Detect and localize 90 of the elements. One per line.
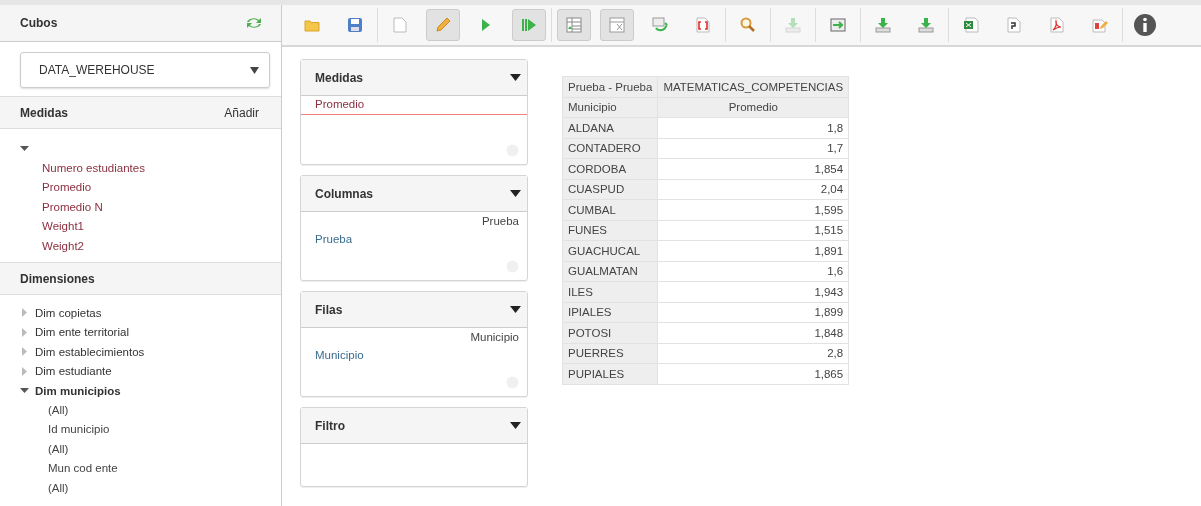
- level-item[interactable]: Mun cod ente: [20, 459, 261, 479]
- dimension-item[interactable]: Dim copietas: [35, 306, 102, 319]
- table-cell: 1,595: [657, 199, 849, 220]
- row-header-cell: GUACHUCAL: [562, 240, 658, 261]
- table-cell: 2,04: [657, 179, 849, 200]
- panel-title: Cubos: [20, 16, 58, 31]
- folder-icon: [304, 18, 320, 32]
- measure-item[interactable]: Promedio: [20, 178, 261, 198]
- download-icon: [875, 17, 891, 33]
- add-link[interactable]: Añadir: [224, 105, 259, 120]
- search-icon: [740, 17, 756, 33]
- row-header-cell: ALDANA: [562, 117, 658, 138]
- swap-icon: [652, 17, 668, 33]
- row-header-cell: PUERRES: [562, 343, 658, 364]
- dimension-item[interactable]: Dim establecimientos: [35, 345, 145, 358]
- table-icon: [566, 17, 582, 33]
- header-cell: Prueba - Prueba: [562, 76, 658, 97]
- row-header-cell: CONTADERO: [562, 138, 658, 159]
- dimension-item[interactable]: Dim ente territorial: [35, 326, 129, 339]
- download-icon: [918, 17, 934, 33]
- spreadsheet-icon: [963, 17, 979, 33]
- row-header-cell: IPIALES: [562, 302, 658, 323]
- dropdown-caret-icon[interactable]: [510, 74, 521, 81]
- hierarchy-label: Municipio: [469, 330, 520, 343]
- table-x-icon: [609, 17, 625, 33]
- measure-item[interactable]: Weight1: [20, 217, 261, 237]
- dropdown-caret-icon[interactable]: [510, 422, 521, 429]
- table-cell: 1,848: [657, 322, 849, 343]
- level-chip[interactable]: Prueba: [301, 227, 527, 245]
- expanded-arrow-icon[interactable]: [20, 144, 29, 154]
- row-header-cell: CORDOBA: [562, 158, 658, 179]
- table-cell: 1,7: [657, 138, 849, 159]
- collapsed-arrow-icon[interactable]: [20, 327, 29, 337]
- floppy-icon: [347, 17, 363, 33]
- row-header-cell: FUNES: [562, 220, 658, 241]
- table-cell: 1,899: [657, 302, 849, 323]
- zone-title: Medidas: [315, 70, 363, 85]
- table-cell: 1,865: [657, 363, 849, 384]
- header-cell: MATEMATICAS_COMPETENCIAS: [657, 76, 849, 97]
- table-cell: 1,6: [657, 261, 849, 282]
- hierarchy-label: Prueba: [480, 214, 520, 227]
- collapsed-arrow-icon[interactable]: [20, 308, 29, 318]
- dropdown-caret-icon[interactable]: [510, 306, 521, 313]
- row-header-cell: PUPIALES: [562, 363, 658, 384]
- measure-item[interactable]: Numero estudiantes: [20, 158, 261, 179]
- level-item[interactable]: (All): [20, 439, 261, 459]
- document-icon: [393, 17, 407, 33]
- collapsed-arrow-icon[interactable]: [20, 366, 29, 376]
- measure-item[interactable]: Promedio N: [20, 197, 261, 218]
- table-cell: 1,515: [657, 220, 849, 241]
- dimension-item[interactable]: Dim estudiante: [35, 365, 112, 378]
- collapsed-arrow-icon[interactable]: [20, 347, 29, 357]
- zone-title: Columnas: [315, 186, 373, 201]
- cube-select[interactable]: DATA_WEREHOUSE: [20, 52, 270, 89]
- download-icon: [785, 17, 801, 33]
- refresh-icon[interactable]: [245, 16, 263, 31]
- header-cell: Municipio: [562, 97, 658, 118]
- table-cell: 1,854: [657, 158, 849, 179]
- dropdown-caret-icon: [250, 66, 259, 74]
- row-header-cell: ILES: [562, 281, 658, 302]
- play-icon: [481, 18, 491, 32]
- table-cell: 1,943: [657, 281, 849, 302]
- table-cell: 1,8: [657, 117, 849, 138]
- expanded-arrow-icon[interactable]: [20, 386, 29, 396]
- section-title: Dimensiones: [20, 271, 95, 286]
- row-header-cell: POTOSI: [562, 322, 658, 343]
- info-icon: [1133, 13, 1157, 37]
- fast-forward-icon: [521, 18, 537, 32]
- brackets-icon: [696, 17, 710, 33]
- measure-item[interactable]: Weight2: [20, 236, 261, 257]
- level-item[interactable]: Id municipio: [20, 420, 261, 440]
- table-cell: 1,891: [657, 240, 849, 261]
- dimension-item[interactable]: Dim municipios: [35, 384, 121, 397]
- row-header-cell: GUALMATAN: [562, 261, 658, 282]
- row-header-cell: CUASPUD: [562, 179, 658, 200]
- row-header-cell: CUMBAL: [562, 199, 658, 220]
- pdf-icon: [1050, 17, 1064, 33]
- table-cell: 2,8: [657, 343, 849, 364]
- edit-document-icon: [1092, 17, 1108, 33]
- measure-chip[interactable]: Promedio: [301, 96, 527, 115]
- pencil-icon: [435, 17, 451, 33]
- zone-title: Filtro: [315, 418, 345, 433]
- zone-title: Filas: [315, 302, 343, 317]
- dropdown-caret-icon[interactable]: [510, 190, 521, 197]
- section-title: Medidas: [20, 105, 68, 120]
- level-item[interactable]: (All): [20, 400, 261, 420]
- table-arrow-icon: [830, 18, 846, 32]
- document-icon: [1007, 17, 1021, 33]
- level-chip[interactable]: Municipio: [301, 343, 527, 361]
- level-item[interactable]: (All): [20, 478, 261, 498]
